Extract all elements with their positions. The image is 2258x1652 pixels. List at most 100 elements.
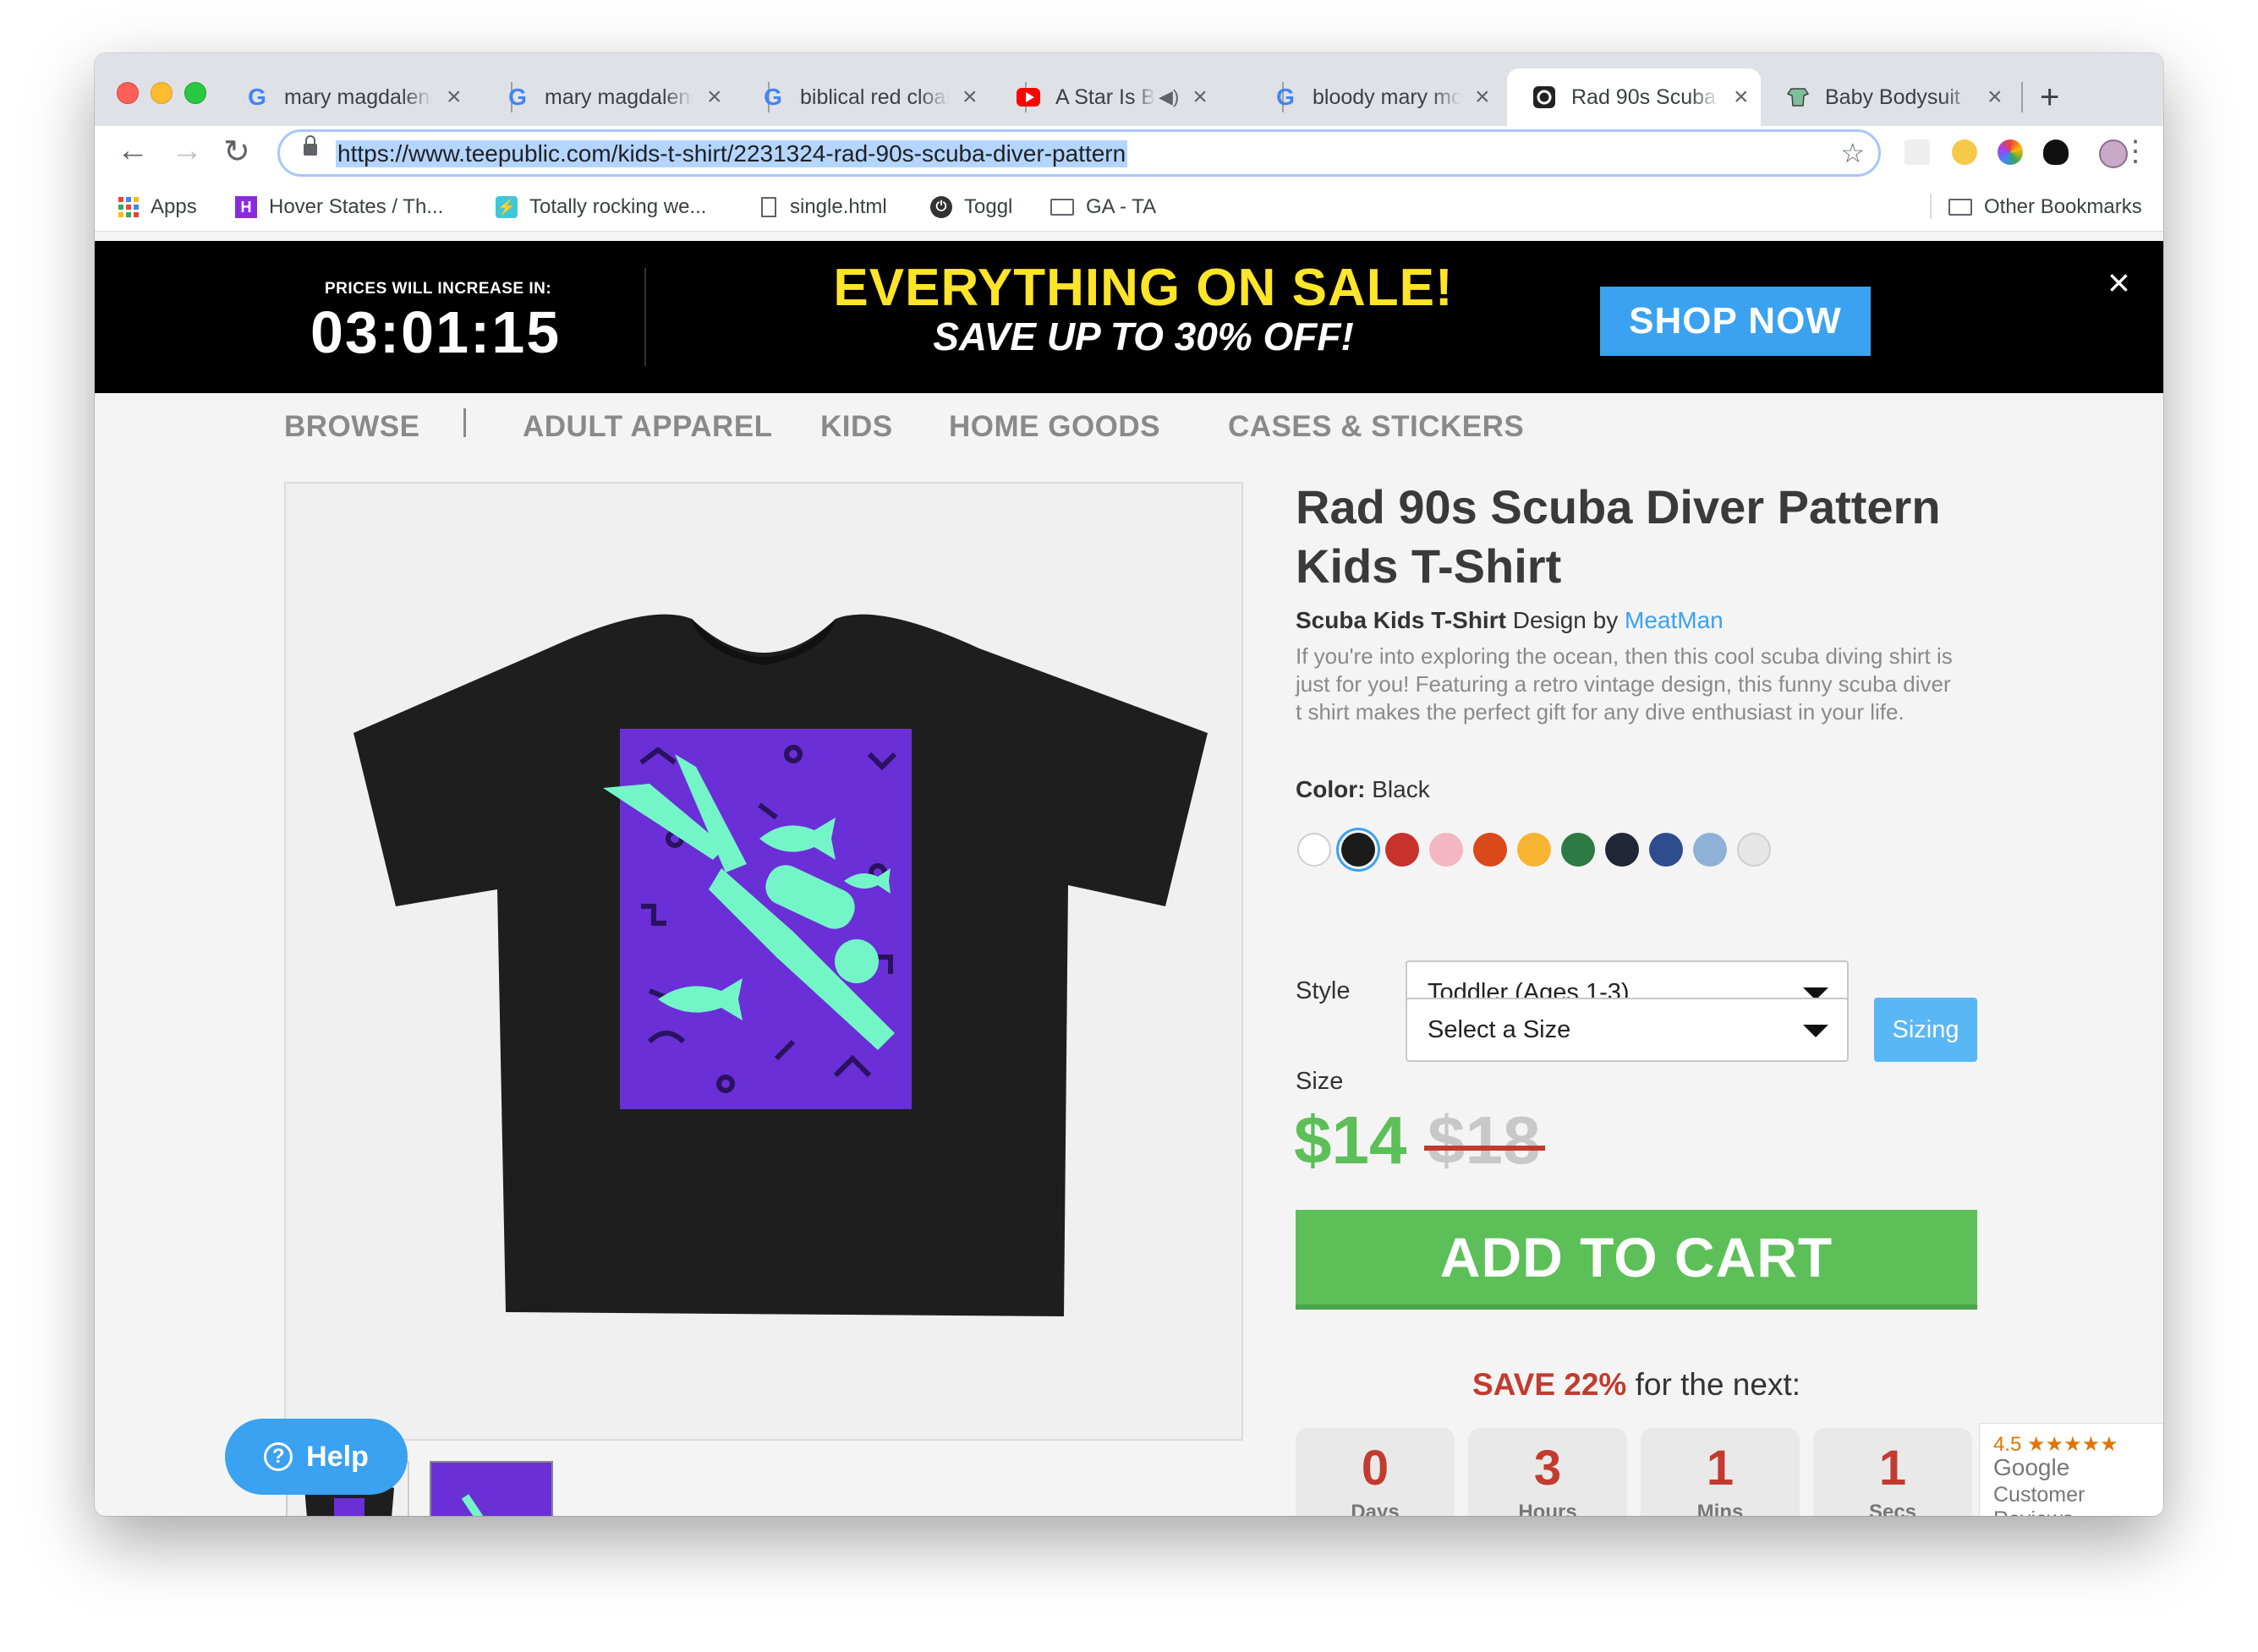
maximize-window-button[interactable] (184, 82, 206, 104)
banner-divider (644, 268, 646, 366)
artist-link[interactable]: MeatMan (1625, 607, 1724, 633)
question-icon: ? (264, 1442, 293, 1471)
extension-moon-icon[interactable] (1952, 139, 1977, 165)
google-wordmark: Google (1993, 1454, 2070, 1480)
color-swatch[interactable] (1341, 833, 1375, 867)
document-icon (761, 197, 776, 217)
product-image[interactable] (284, 482, 1243, 1441)
color-swatch[interactable] (1517, 833, 1551, 867)
site-nav: BROWSE ADULT APPAREL KIDS HOME GOODS CAS… (95, 393, 2163, 452)
google-icon: G (508, 84, 527, 110)
tab-close-icon[interactable]: × (707, 83, 722, 112)
browser-tab[interactable]: A Star Is Born ◀) × (1017, 68, 1208, 126)
thumbnail-design[interactable] (430, 1461, 553, 1516)
tab-close-icon[interactable]: × (1475, 83, 1490, 112)
size-select[interactable]: Select a Size (1406, 998, 1849, 1062)
bookmark-star-icon[interactable]: ☆ (1840, 137, 1865, 169)
google-icon: G (248, 84, 266, 110)
folder-icon (1948, 199, 1972, 216)
price-current: $14 (1294, 1102, 1407, 1178)
browser-tab-active[interactable]: Rad 90s Scuba × (1507, 68, 1761, 126)
color-line: Color: Black (1296, 776, 1430, 803)
tab-close-icon[interactable]: × (1192, 83, 1208, 112)
nav-home-goods[interactable]: HOME GOODS (949, 410, 1160, 444)
speaker-icon[interactable]: ◀) (1159, 86, 1179, 108)
bookmark-totally-rocking[interactable]: ⚡ Totally rocking we... (496, 195, 706, 219)
color-swatch[interactable] (1385, 833, 1419, 867)
lightning-icon: ⚡ (496, 196, 518, 218)
extension-icon[interactable] (1905, 139, 1930, 165)
color-swatch[interactable] (1297, 833, 1331, 867)
banner-timer: 03:01:15 (310, 299, 562, 365)
tab-close-icon[interactable]: × (1987, 83, 2003, 112)
countdown-hours: 3 Hours (1468, 1428, 1627, 1516)
color-swatch[interactable] (1649, 833, 1683, 867)
sale-banner: PRICES WILL INCREASE IN: 03:01:15 EVERYT… (95, 241, 2163, 393)
minimize-window-button[interactable] (151, 82, 173, 104)
url-text[interactable]: https://www.teepublic.com/kids-t-shirt/2… (336, 140, 1128, 167)
size-label: Size (1296, 1068, 1344, 1095)
extension-cloud-icon[interactable] (2043, 139, 2069, 165)
color-swatch[interactable] (1737, 833, 1771, 867)
forward-arrow-icon[interactable]: → (171, 133, 203, 169)
close-icon[interactable]: × (2107, 260, 2130, 305)
color-swatch[interactable] (1605, 833, 1639, 867)
address-bar[interactable]: https://www.teepublic.com/kids-t-shirt/2… (277, 129, 1881, 177)
close-window-button[interactable] (117, 82, 139, 104)
extension-color-wheel-icon[interactable] (1998, 139, 2023, 165)
sizing-button[interactable]: Sizing (1874, 998, 1977, 1062)
bookmark-hover-states[interactable]: H Hover States / Th... (235, 195, 443, 219)
product-description: If you're into exploring the ocean, then… (1296, 643, 1953, 725)
bookmark-toggl[interactable]: ⏻ Toggl (930, 195, 1012, 219)
browser-menu-icon[interactable]: ⋮ (2121, 134, 2150, 168)
bookmark-single-html[interactable]: single.html (761, 195, 887, 219)
style-label: Style (1296, 977, 1351, 1004)
google-icon: G (764, 84, 782, 110)
google-icon: G (1276, 84, 1295, 110)
browser-tab[interactable]: G mary magdalene × (506, 68, 722, 126)
reviews-caption: Customer Reviews (1993, 1483, 2085, 1516)
browser-tab[interactable]: Baby Bodysuit × (1786, 68, 2003, 126)
color-swatch[interactable] (1561, 833, 1595, 867)
browser-tab[interactable]: G mary magdalene × (245, 68, 462, 126)
tab-close-icon[interactable]: × (447, 83, 462, 112)
color-swatch[interactable] (1473, 833, 1507, 867)
nav-cases-stickers[interactable]: CASES & STICKERS (1228, 410, 1524, 444)
new-tab-button[interactable]: + (2040, 79, 2059, 117)
browser-tab[interactable]: G biblical red cloak × (761, 68, 978, 126)
save-suffix: for the next: (1635, 1367, 1801, 1402)
color-swatch[interactable] (1429, 833, 1463, 867)
nav-divider (463, 408, 466, 437)
price-original: $18 (1423, 1102, 1546, 1178)
bookmarks-divider (1930, 194, 1932, 219)
apps-grid-icon (118, 197, 139, 217)
product-title: Rad 90s Scuba Diver Pattern Kids T-Shirt (1296, 480, 1941, 593)
tab-close-icon[interactable]: × (1734, 83, 1749, 112)
google-reviews-badge[interactable]: 4.5 ★★★★★ Google Customer Reviews (1979, 1423, 2163, 1516)
color-label: Color: (1296, 776, 1366, 802)
countdown-secs: 1 Secs (1813, 1428, 1972, 1516)
tshirt-graphic (353, 614, 1208, 1316)
bookmark-apps[interactable]: Apps (118, 195, 197, 219)
help-button[interactable]: ? Help (225, 1419, 408, 1495)
bodysuit-icon (1786, 85, 1810, 109)
reload-icon[interactable]: ↻ (223, 133, 250, 171)
browser-tab[interactable]: G bloody mary movie × (1274, 68, 1490, 126)
tab-close-icon[interactable]: × (962, 83, 978, 112)
tab-divider (2021, 82, 2023, 112)
nav-browse[interactable]: BROWSE (284, 410, 420, 444)
back-arrow-icon[interactable]: ← (117, 133, 149, 169)
nav-kids[interactable]: KIDS (820, 410, 893, 444)
shop-now-button[interactable]: SHOP NOW (1600, 287, 1871, 356)
other-bookmarks[interactable]: Other Bookmarks (1948, 195, 2142, 219)
price-increase-label: PRICES WILL INCREASE IN: (325, 280, 552, 298)
color-swatch[interactable] (1693, 833, 1727, 867)
youtube-icon (1017, 85, 1040, 109)
countdown-mins: 1 Mins (1641, 1428, 1800, 1516)
nav-adult-apparel[interactable]: ADULT APPAREL (523, 410, 773, 444)
bookmark-ga-ta[interactable]: GA - TA (1050, 195, 1156, 219)
design-by-label: Design by (1512, 607, 1619, 633)
add-to-cart-button[interactable]: ADD TO CART (1296, 1210, 1977, 1310)
lock-icon (304, 135, 317, 156)
save-line: SAVE 22% for the next: (1296, 1367, 1977, 1403)
